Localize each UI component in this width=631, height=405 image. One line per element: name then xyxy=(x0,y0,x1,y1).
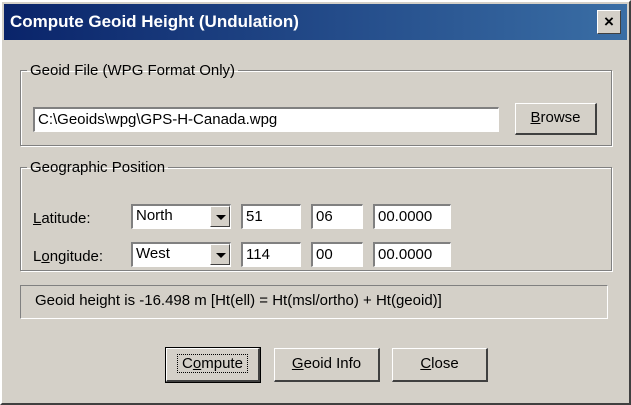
browse-accel: B xyxy=(530,109,541,126)
latitude-hemisphere-value: North xyxy=(136,207,173,224)
compute-label-pre: C xyxy=(182,355,193,372)
chevron-down-icon[interactable] xyxy=(210,244,230,265)
longitude-label-accel: o xyxy=(41,248,50,265)
longitude-hemisphere-select[interactable]: West xyxy=(131,242,231,267)
latitude-hemisphere-select[interactable]: North xyxy=(131,204,231,229)
longitude-label: Longitude: xyxy=(33,248,103,265)
title-bar[interactable]: Compute Geoid Height (Undulation) × xyxy=(4,4,627,40)
close-accel: C xyxy=(420,355,432,372)
browse-button[interactable]: Browse xyxy=(515,103,597,135)
longitude-label-rest: ngitude: xyxy=(49,248,104,265)
geographic-position-group: Geographic Position Latitude: North 51 0… xyxy=(20,159,612,271)
geographic-position-legend: Geographic Position xyxy=(30,159,166,176)
latitude-degrees-input[interactable]: 51 xyxy=(241,204,301,229)
longitude-degrees-input[interactable]: 114 xyxy=(241,242,301,267)
longitude-hemisphere-value: West xyxy=(136,245,170,262)
geoid-info-label-rest: eoid Info xyxy=(303,355,362,372)
close-label-rest: lose xyxy=(431,355,459,372)
latitude-label: Latitude: xyxy=(33,210,91,227)
compute-focus: Compute xyxy=(177,354,248,373)
geoid-file-group: Geoid File (WPG Format Only) C:\Geoids\w… xyxy=(20,62,612,146)
close-window-button[interactable]: × xyxy=(597,10,621,34)
chevron-down-icon[interactable] xyxy=(210,206,230,227)
browse-label: rowse xyxy=(540,109,581,126)
latitude-label-rest: atitude: xyxy=(41,210,91,227)
longitude-minutes-input[interactable]: 00 xyxy=(311,242,363,267)
geoid-height-result: Geoid height is -16.498 m [Ht(ell) = Ht(… xyxy=(20,285,608,319)
latitude-minutes-input[interactable]: 06 xyxy=(311,204,363,229)
geoid-file-path-input[interactable]: C:\Geoids\wpg\GPS-H-Canada.wpg xyxy=(33,107,499,132)
geoid-info-accel: G xyxy=(291,355,304,372)
geoid-info-button[interactable]: Geoid Info xyxy=(274,348,380,382)
latitude-seconds-input[interactable]: 00.0000 xyxy=(373,204,451,229)
close-button[interactable]: Close xyxy=(392,348,488,382)
geoid-file-legend: Geoid File (WPG Format Only) xyxy=(30,62,236,79)
longitude-seconds-input[interactable]: 00.0000 xyxy=(373,242,451,267)
compute-accel: o xyxy=(192,355,202,372)
compute-button[interactable]: Compute xyxy=(165,347,261,383)
compute-label-rest: mpute xyxy=(201,355,243,372)
window-title: Compute Geoid Height (Undulation) xyxy=(10,12,299,31)
